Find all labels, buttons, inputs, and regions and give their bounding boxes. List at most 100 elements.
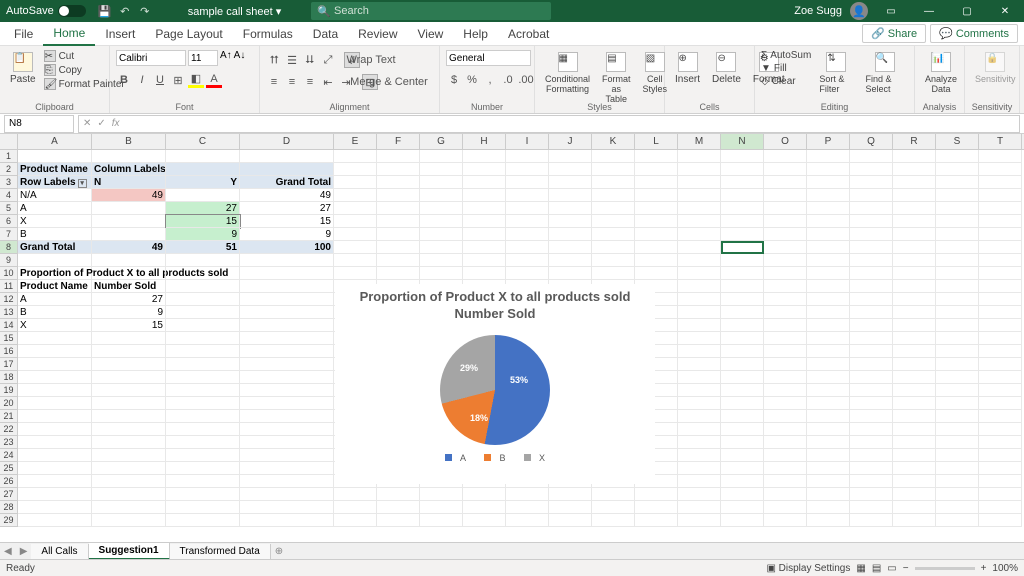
tab-transformed-data[interactable]: Transformed Data	[170, 544, 271, 559]
cell-Q20[interactable]	[850, 397, 893, 410]
cell-C21[interactable]	[166, 410, 240, 423]
row-25[interactable]: 25	[0, 462, 18, 475]
cell-M7[interactable]	[678, 228, 721, 241]
cell-R29[interactable]	[893, 514, 936, 527]
cell-O20[interactable]	[764, 397, 807, 410]
cell-K6[interactable]	[592, 215, 635, 228]
fill-button[interactable]: ▼Fill	[761, 63, 811, 74]
cell-T29[interactable]	[979, 514, 1022, 527]
cell-C2[interactable]	[166, 163, 240, 176]
cell-H28[interactable]	[463, 501, 506, 514]
cell-H1[interactable]	[463, 150, 506, 163]
cell-S26[interactable]	[936, 475, 979, 488]
cell-Q2[interactable]	[850, 163, 893, 176]
search-input[interactable]: 🔍 Search	[311, 2, 551, 20]
cell-O5[interactable]	[764, 202, 807, 215]
sensitivity-button[interactable]: 🔒Sensitivity	[971, 50, 1020, 86]
underline-button[interactable]: U	[152, 72, 168, 88]
cell-R17[interactable]	[893, 358, 936, 371]
row-10[interactable]: 10	[0, 267, 18, 280]
cell-D14[interactable]	[240, 319, 334, 332]
cell-F1[interactable]	[377, 150, 420, 163]
ribbon-mode-icon[interactable]: ▭	[876, 0, 906, 22]
cell-D20[interactable]	[240, 397, 334, 410]
cell-N4[interactable]	[721, 189, 764, 202]
cell-C6[interactable]: 15	[166, 215, 240, 228]
row-27[interactable]: 27	[0, 488, 18, 501]
row-15[interactable]: 15	[0, 332, 18, 345]
cell-C22[interactable]	[166, 423, 240, 436]
cell-O9[interactable]	[764, 254, 807, 267]
cell-D8[interactable]: 100	[240, 241, 334, 254]
cell-E10[interactable]	[334, 267, 377, 280]
number-format-combo[interactable]	[446, 50, 531, 66]
cell-S22[interactable]	[936, 423, 979, 436]
cell-N26[interactable]	[721, 475, 764, 488]
cell-O21[interactable]	[764, 410, 807, 423]
menu-page-layout[interactable]: Page Layout	[145, 23, 232, 45]
cell-R11[interactable]	[893, 280, 936, 293]
cell-D5[interactable]: 27	[240, 202, 334, 215]
orientation-icon[interactable]: ⤢	[320, 52, 336, 68]
cell-P18[interactable]	[807, 371, 850, 384]
cell-Q13[interactable]	[850, 306, 893, 319]
menu-view[interactable]: View	[408, 23, 454, 45]
cell-A23[interactable]	[18, 436, 92, 449]
cell-O3[interactable]	[764, 176, 807, 189]
cell-Q29[interactable]	[850, 514, 893, 527]
cell-T5[interactable]	[979, 202, 1022, 215]
cell-Q15[interactable]	[850, 332, 893, 345]
cell-T1[interactable]	[979, 150, 1022, 163]
cell-C12[interactable]	[166, 293, 240, 306]
comma-icon[interactable]: ,	[482, 72, 498, 88]
align-center-icon[interactable]: ≡	[284, 74, 300, 90]
row-14[interactable]: 14	[0, 319, 18, 332]
zoom-out-button[interactable]: −	[903, 563, 909, 574]
bold-button[interactable]: B	[116, 72, 132, 88]
cell-P8[interactable]	[807, 241, 850, 254]
cell-A17[interactable]	[18, 358, 92, 371]
col-D[interactable]: D	[240, 134, 334, 149]
cell-O8[interactable]	[764, 241, 807, 254]
cell-N17[interactable]	[721, 358, 764, 371]
cell-G5[interactable]	[420, 202, 463, 215]
cell-F28[interactable]	[377, 501, 420, 514]
cell-R28[interactable]	[893, 501, 936, 514]
cell-K27[interactable]	[592, 488, 635, 501]
cell-H4[interactable]	[463, 189, 506, 202]
cell-B7[interactable]	[92, 228, 166, 241]
cell-P2[interactable]	[807, 163, 850, 176]
cell-M27[interactable]	[678, 488, 721, 501]
cell-Q24[interactable]	[850, 449, 893, 462]
cell-B11[interactable]: Number Sold	[92, 280, 166, 293]
cell-O27[interactable]	[764, 488, 807, 501]
cell-M20[interactable]	[678, 397, 721, 410]
percent-icon[interactable]: %	[464, 72, 480, 88]
col-E[interactable]: E	[334, 134, 377, 149]
cell-R12[interactable]	[893, 293, 936, 306]
cell-R6[interactable]	[893, 215, 936, 228]
cell-O26[interactable]	[764, 475, 807, 488]
cell-B6[interactable]	[92, 215, 166, 228]
cell-T13[interactable]	[979, 306, 1022, 319]
cell-M29[interactable]	[678, 514, 721, 527]
cell-K8[interactable]	[592, 241, 635, 254]
tab-suggestion1[interactable]: Suggestion1	[89, 543, 170, 560]
cell-C9[interactable]	[166, 254, 240, 267]
cell-B27[interactable]	[92, 488, 166, 501]
cell-O24[interactable]	[764, 449, 807, 462]
cell-C18[interactable]	[166, 371, 240, 384]
maximize-button[interactable]: ▢	[952, 0, 982, 22]
cell-T20[interactable]	[979, 397, 1022, 410]
cell-N13[interactable]	[721, 306, 764, 319]
cell-E2[interactable]	[334, 163, 377, 176]
cell-B25[interactable]	[92, 462, 166, 475]
filename[interactable]: sample call sheet ▾	[158, 5, 312, 18]
cell-A2[interactable]: Product Name	[18, 163, 92, 176]
cell-T4[interactable]	[979, 189, 1022, 202]
cell-E3[interactable]	[334, 176, 377, 189]
cell-S8[interactable]	[936, 241, 979, 254]
cell-D11[interactable]	[240, 280, 334, 293]
cell-A19[interactable]	[18, 384, 92, 397]
save-icon[interactable]: 💾	[96, 2, 114, 20]
